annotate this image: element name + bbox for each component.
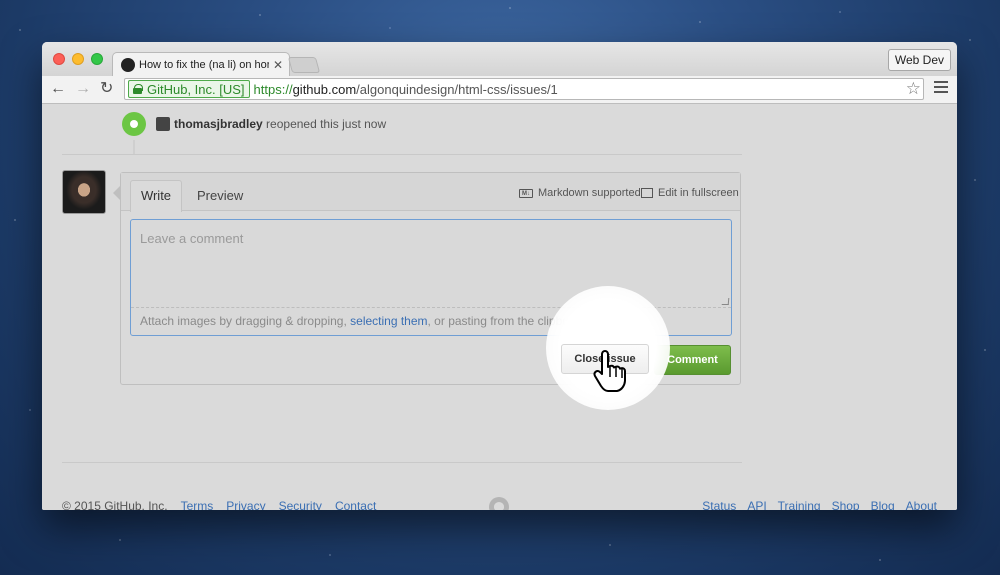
ev-certificate-badge[interactable]: GitHub, Inc. [US] bbox=[128, 80, 250, 98]
fullscreen-toggle[interactable]: Edit in fullscreen bbox=[641, 187, 739, 199]
copyright: © 2015 GitHub, Inc. bbox=[62, 499, 168, 510]
divider bbox=[62, 154, 742, 155]
footer-link-shop[interactable]: Shop bbox=[832, 499, 860, 510]
url-text[interactable]: https://github.com/algonquindesign/html-… bbox=[254, 82, 558, 97]
star-icon[interactable]: ☆ bbox=[906, 79, 921, 99]
footer-link-contact[interactable]: Contact bbox=[335, 499, 376, 510]
footer-left: © 2015 GitHub, Inc. Terms Privacy Securi… bbox=[62, 499, 376, 510]
markdown-label: Markdown supported bbox=[538, 187, 641, 199]
new-tab-button[interactable] bbox=[287, 57, 321, 73]
avatar[interactable] bbox=[62, 170, 106, 214]
footer-link-api[interactable]: API bbox=[747, 499, 766, 510]
comment-placeholder: Leave a comment bbox=[140, 231, 244, 246]
tab-title: How to fix the (na li) on hor bbox=[139, 58, 269, 71]
avatar[interactable] bbox=[156, 117, 170, 131]
close-window-button[interactable] bbox=[53, 53, 65, 65]
resize-handle-icon[interactable] bbox=[721, 298, 730, 305]
github-logo-icon[interactable] bbox=[489, 497, 509, 510]
footer-link-status[interactable]: Status bbox=[702, 499, 736, 510]
hand-pointer-icon bbox=[593, 350, 626, 392]
timeline-line bbox=[133, 140, 135, 154]
fullscreen-icon bbox=[641, 188, 653, 198]
tab-preview[interactable]: Preview bbox=[197, 181, 243, 211]
select-files-link[interactable]: selecting them bbox=[350, 314, 427, 328]
markdown-help[interactable]: M↓ Markdown supported bbox=[519, 187, 641, 199]
footer-link-privacy[interactable]: Privacy bbox=[226, 499, 265, 510]
zoom-window-button[interactable] bbox=[91, 53, 103, 65]
minimize-window-button[interactable] bbox=[72, 53, 84, 65]
github-favicon-icon bbox=[121, 57, 135, 72]
markdown-icon: M↓ bbox=[519, 188, 533, 198]
footer-divider bbox=[62, 462, 742, 463]
address-bar[interactable]: GitHub, Inc. [US] https://github.com/alg… bbox=[124, 78, 924, 100]
lock-icon bbox=[133, 84, 143, 94]
browser-tab[interactable]: How to fix the (na li) on hor ✕ bbox=[112, 52, 290, 76]
profile-button[interactable]: Web Dev bbox=[887, 49, 951, 71]
reopened-icon bbox=[122, 112, 146, 136]
timeline-event: thomasjbradley reopened this just now bbox=[122, 112, 386, 136]
event-username[interactable]: thomasjbradley bbox=[174, 117, 263, 131]
arrow-right-icon[interactable]: → bbox=[75, 79, 91, 99]
browser-window: How to fix the (na li) on hor ✕ Web Dev … bbox=[42, 42, 957, 510]
footer-link-terms[interactable]: Terms bbox=[181, 499, 214, 510]
page-content: thomasjbradley reopened this just now Wr… bbox=[42, 104, 957, 510]
footer-link-training[interactable]: Training bbox=[778, 499, 821, 510]
arrow-left-icon[interactable]: ← bbox=[50, 79, 66, 99]
footer-link-security[interactable]: Security bbox=[279, 499, 322, 510]
browser-toolbar: ← → ↻ GitHub, Inc. [US] https://github.c… bbox=[42, 76, 957, 104]
event-text: thomasjbradley reopened this just now bbox=[174, 117, 387, 131]
tab-write[interactable]: Write bbox=[130, 180, 182, 212]
reload-icon[interactable]: ↻ bbox=[100, 79, 113, 99]
comment-tabs: Write Preview M↓ Markdown supported Edit… bbox=[121, 173, 740, 212]
title-bar: How to fix the (na li) on hor ✕ Web Dev bbox=[42, 42, 957, 76]
fullscreen-label: Edit in fullscreen bbox=[658, 187, 739, 199]
tab-close-icon[interactable]: ✕ bbox=[273, 58, 283, 72]
footer-right: Status API Training Shop Blog About bbox=[702, 499, 937, 510]
hamburger-icon[interactable] bbox=[934, 81, 948, 95]
footer-link-blog[interactable]: Blog bbox=[871, 499, 895, 510]
ev-badge-label: GitHub, Inc. [US] bbox=[147, 81, 245, 97]
footer-link-about[interactable]: About bbox=[906, 499, 937, 510]
